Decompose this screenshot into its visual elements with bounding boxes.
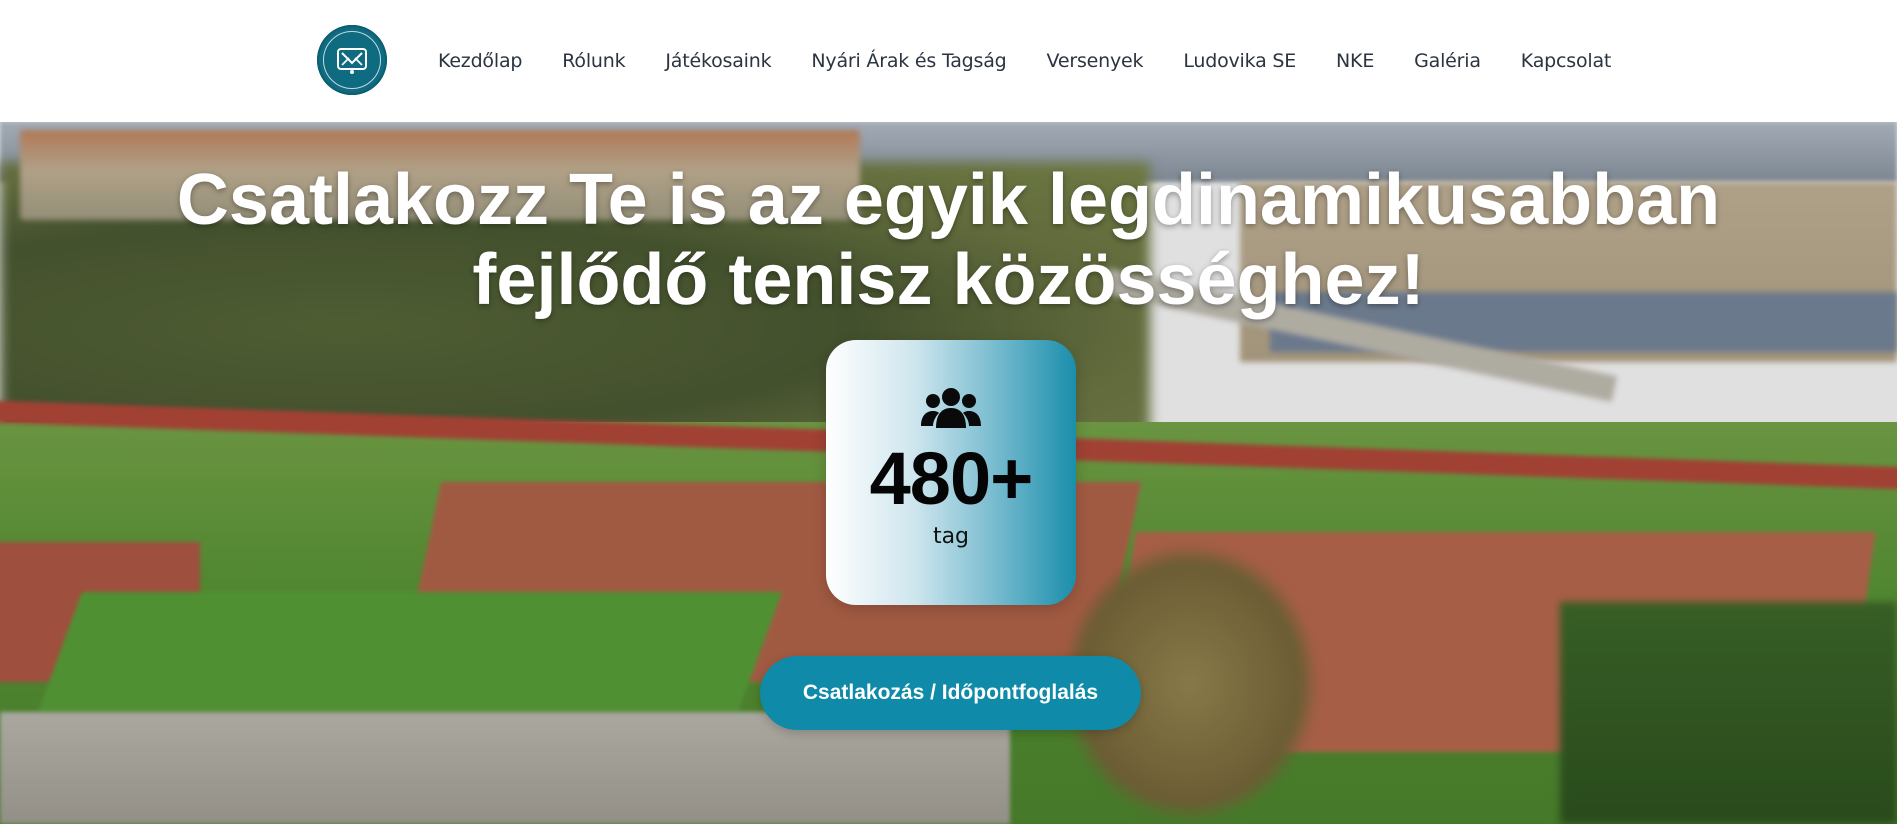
nav-item-nyari-arak[interactable]: Nyári Árak és Tagság [811, 50, 1006, 72]
site-header: Kezdőlap Rólunk Játékosaink Nyári Árak é… [0, 0, 1897, 122]
member-count-card: 480+ tag [826, 340, 1076, 605]
nav-item-versenyek[interactable]: Versenyek [1047, 50, 1144, 72]
nav-item-kapcsolat[interactable]: Kapcsolat [1521, 50, 1612, 72]
users-group-icon [921, 388, 981, 428]
member-count-label: tag [932, 524, 970, 549]
nav-item-kezdolap[interactable]: Kezdőlap [438, 50, 522, 72]
main-nav: Kezdőlap Rólunk Játékosaink Nyári Árak é… [438, 0, 1651, 122]
nav-item-jatekosaink[interactable]: Játékosaink [665, 50, 771, 72]
nav-item-rolunk[interactable]: Rólunk [562, 50, 625, 72]
nav-item-galeria[interactable]: Galéria [1414, 50, 1481, 72]
nav-item-ludovika-se[interactable]: Ludovika SE [1183, 50, 1296, 72]
join-booking-button[interactable]: Csatlakozás / Időpontfoglalás [760, 656, 1141, 730]
hero-title-line2: fejlődő tenisz közösséghez! [472, 240, 1425, 320]
hero-title: Csatlakozz Te is az egyik legdinamikusab… [100, 160, 1797, 320]
member-count-value: 480+ [869, 437, 1034, 520]
hero-title-line1: Csatlakozz Te is az egyik legdinamikusab… [176, 160, 1721, 240]
club-logo[interactable] [317, 25, 387, 95]
club-crest-icon [323, 31, 381, 89]
nav-item-nke[interactable]: NKE [1336, 50, 1374, 72]
hero-section: Csatlakozz Te is az egyik legdinamikusab… [0, 122, 1897, 824]
